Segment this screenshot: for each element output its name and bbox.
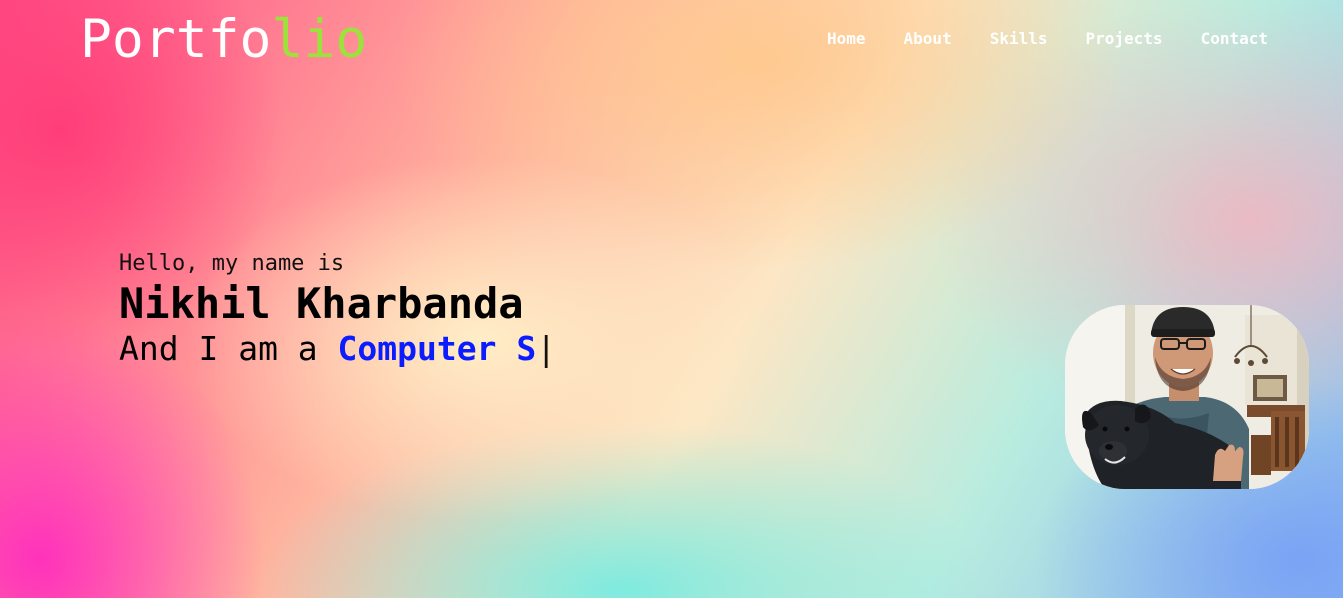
nav-link-home[interactable]: Home xyxy=(827,29,866,48)
role-line: And I am a Computer S| xyxy=(119,328,556,370)
logo[interactable]: Portfolio xyxy=(80,10,367,70)
nav-item-contact: Contact xyxy=(1201,29,1268,48)
nav-item-about: About xyxy=(904,29,952,48)
typing-cursor: | xyxy=(536,329,557,368)
profile-photo-illustration xyxy=(1065,305,1309,489)
nav-link-projects[interactable]: Projects xyxy=(1086,29,1163,48)
nav-link-about[interactable]: About xyxy=(904,29,952,48)
nav-item-skills: Skills xyxy=(990,29,1048,48)
nav-item-home: Home xyxy=(827,29,866,48)
logo-accent-text: lio xyxy=(271,9,368,70)
role-prefix: And I am a xyxy=(119,329,338,368)
nav-menu: Home About Skills Projects Contact xyxy=(827,29,1268,48)
greeting-text: Hello, my name is xyxy=(119,251,345,276)
logo-main-text: Portfo xyxy=(80,9,272,70)
profile-photo xyxy=(1065,305,1309,489)
hero-name: Nikhil Kharbanda xyxy=(119,279,524,328)
hero-text: Hello, my name is Nikhil Kharbanda And I… xyxy=(119,250,556,370)
nav-link-skills[interactable]: Skills xyxy=(990,29,1048,48)
role-typed-text: Computer S xyxy=(337,329,537,368)
navbar: Portfolio Home About Skills Projects Con… xyxy=(0,0,1343,80)
nav-item-projects: Projects xyxy=(1086,29,1163,48)
nav-link-contact[interactable]: Contact xyxy=(1201,29,1268,48)
